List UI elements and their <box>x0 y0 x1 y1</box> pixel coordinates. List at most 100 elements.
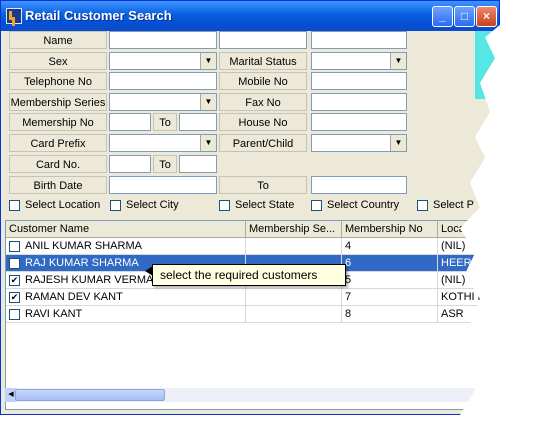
maximize-button[interactable]: □ <box>454 6 475 27</box>
card-no-label: Card No. <box>9 155 107 173</box>
house-no-label: House No <box>219 113 307 131</box>
location-cell: ASR <box>438 306 498 323</box>
checkbox-icon <box>417 199 428 211</box>
membership-no-cell: 4 <box>342 238 438 255</box>
column-customer-name[interactable]: Customer Name <box>6 221 246 238</box>
close-button[interactable]: × <box>476 6 497 27</box>
parent-child-select[interactable]: ▼ <box>311 134 407 152</box>
customer-name: ANIL KUMAR SHARMA <box>25 239 142 252</box>
membership-no-cell: 7 <box>342 289 438 306</box>
chevron-down-icon: ▼ <box>200 94 216 110</box>
mobile-label: Mobile No <box>219 72 307 90</box>
select-location-checkbox[interactable]: Select Location <box>9 199 100 211</box>
card-no-from-input[interactable] <box>109 155 151 173</box>
mobile-input[interactable] <box>311 72 407 90</box>
select-location-label: Select Location <box>25 199 101 211</box>
customer-name-cell[interactable]: RAVI KANT <box>6 306 246 323</box>
select-state-label: Select State <box>235 199 295 211</box>
title-bar[interactable]: Retail Customer Search _ □ × <box>1 1 499 31</box>
minimize-button[interactable]: _ <box>432 6 453 27</box>
checkbox-icon[interactable] <box>9 240 20 252</box>
customer-name: RAJ KUMAR SHARMA <box>25 256 139 269</box>
select-country-label: Select Country <box>327 199 400 211</box>
sex-label: Sex <box>9 52 107 70</box>
location-cell: KOTHI NO <box>438 289 498 306</box>
name-input[interactable] <box>109 31 217 49</box>
card-no-to-input[interactable] <box>179 155 217 173</box>
checkbox-icon <box>311 199 322 211</box>
customer-name: RAMAN DEV KANT <box>25 290 123 303</box>
customer-name: RAVI KANT <box>25 307 83 320</box>
column-membership-series[interactable]: Membership Se... <box>246 221 342 238</box>
membership-series-cell <box>246 238 342 255</box>
checkbox-icon <box>219 199 230 211</box>
checkbox-icon <box>110 199 121 211</box>
telephone-input[interactable] <box>109 72 217 90</box>
customer-name-cell[interactable]: ✔ RAMAN DEV KANT <box>6 289 246 306</box>
house-no-input[interactable] <box>311 113 407 131</box>
membership-series-cell <box>246 306 342 323</box>
telephone-label: Telephone No <box>9 72 107 90</box>
location-cell: (NIL) <box>438 238 498 255</box>
customer-name-cell[interactable]: ANIL KUMAR SHARMA <box>6 238 246 255</box>
column-location[interactable]: Loca <box>438 221 498 238</box>
select-p-label: Select P <box>433 199 474 211</box>
fax-label: Fax No <box>219 93 307 111</box>
birth-date-to-input[interactable] <box>311 176 407 194</box>
checkbox-checked-icon[interactable]: ✔ <box>9 274 20 286</box>
membership-no-cell: 6 <box>342 255 438 272</box>
birth-date-to-label: To <box>219 176 307 194</box>
membership-no-cell: 5 <box>342 272 438 289</box>
select-state-checkbox[interactable]: Select State <box>219 199 294 211</box>
membership-series-select[interactable]: ▼ <box>109 93 217 111</box>
checkbox-icon <box>9 199 20 211</box>
chevron-down-icon: ▼ <box>200 135 216 151</box>
tooltip: select the required customers <box>145 264 346 286</box>
customer-name: RAJESH KUMAR VERMA <box>25 273 154 286</box>
app-icon <box>6 8 22 24</box>
select-p-checkbox[interactable]: Select P <box>417 199 474 211</box>
table-row[interactable]: ✔ RAMAN DEV KANT 7 KOTHI NO <box>6 289 498 306</box>
name-input-3[interactable] <box>311 31 407 49</box>
name-input-2[interactable] <box>219 31 307 49</box>
filter-checkbox-row: Select Location Select City Select State… <box>5 199 500 215</box>
checkbox-checked-icon[interactable]: ✔ <box>9 291 20 303</box>
side-panel-decoration <box>475 31 500 99</box>
birth-date-label: Birth Date <box>9 176 107 194</box>
sex-select[interactable]: ▼ <box>109 52 217 70</box>
window-title: Retail Customer Search <box>25 8 172 23</box>
card-to-label: To <box>153 155 177 173</box>
chevron-down-icon: ▼ <box>200 53 216 69</box>
customer-grid: Customer Name Membership Se... Membershi… <box>5 220 499 410</box>
marital-status-label: Marital Status <box>219 52 307 70</box>
horizontal-scrollbar[interactable]: ◀ <box>5 388 475 402</box>
membership-no-label: Memership No <box>9 113 107 131</box>
card-prefix-select[interactable]: ▼ <box>109 134 217 152</box>
retail-customer-search-window: Retail Customer Search _ □ × Name Sex ▼ … <box>0 0 500 415</box>
membership-no-to-input[interactable] <box>179 113 217 131</box>
membership-no-from-input[interactable] <box>109 113 151 131</box>
location-cell: (NIL) <box>438 272 498 289</box>
location-cell: HEERA <box>438 255 498 272</box>
birth-date-from-input[interactable] <box>109 176 217 194</box>
select-city-checkbox[interactable]: Select City <box>110 199 179 211</box>
select-country-checkbox[interactable]: Select Country <box>311 199 399 211</box>
card-prefix-label: Card Prefix <box>9 134 107 152</box>
table-row[interactable]: RAVI KANT 8 ASR <box>6 306 498 323</box>
scrollbar-thumb[interactable] <box>15 389 165 401</box>
fax-input[interactable] <box>311 93 407 111</box>
column-membership-no[interactable]: Membership No <box>342 221 438 238</box>
chevron-down-icon: ▼ <box>390 53 406 69</box>
table-row[interactable]: ANIL KUMAR SHARMA 4 (NIL) <box>6 238 498 255</box>
checkbox-checked-icon[interactable]: ✔ <box>9 257 20 269</box>
search-form: Name Sex ▼ Marital Status ▼ Telephone No… <box>5 31 475 201</box>
chevron-down-icon: ▼ <box>390 135 406 151</box>
membership-series-label: Membership Series <box>9 93 107 111</box>
select-city-label: Select City <box>126 199 179 211</box>
grid-header: Customer Name Membership Se... Membershi… <box>6 221 498 238</box>
marital-status-select[interactable]: ▼ <box>311 52 407 70</box>
membership-series-cell <box>246 289 342 306</box>
checkbox-icon[interactable] <box>9 308 20 320</box>
name-label: Name <box>9 31 107 49</box>
parent-child-label: Parent/Child <box>219 134 307 152</box>
